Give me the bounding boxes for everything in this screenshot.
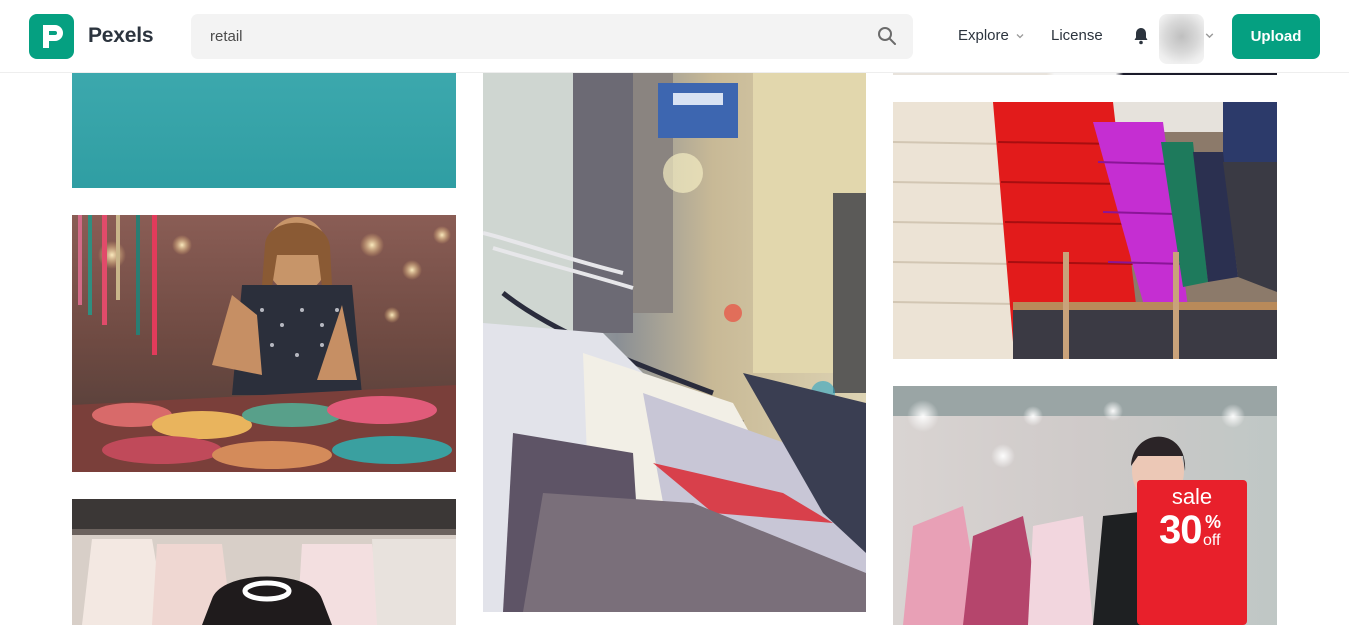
nav-explore-label: Explore [958,27,1009,44]
photo-teal-backdrop[interactable] [72,73,456,188]
photo-woman-browsing-jewelry-market[interactable] [72,215,456,472]
search-icon[interactable] [877,26,897,46]
top-header: Pexels Explore License Upload [0,0,1349,73]
nav-license[interactable]: License [1051,27,1103,44]
nav-explore[interactable]: Explore [958,27,1025,44]
upload-button[interactable]: Upload [1232,14,1320,59]
search-input[interactable] [210,14,850,59]
chevron-down-icon[interactable] [1204,30,1215,41]
photo-clothes-on-hangers-street[interactable] [483,73,866,612]
chevron-down-icon [1016,33,1024,38]
avatar[interactable] [1159,14,1204,64]
sale-sign-off: off [1203,532,1221,549]
photo-sale-sign-store[interactable]: sale 30 % off [893,386,1277,625]
sale-sign-percent-symbol: % [1205,512,1222,532]
sale-sign-percent-value: 30 [1159,508,1202,552]
pexels-logo-icon[interactable] [29,14,74,59]
sale-sign-label: sale [1171,484,1213,509]
brand-name[interactable]: Pexels [88,24,154,48]
photo-clothes-rack-shop[interactable] [72,499,456,625]
photo-partial-top-right[interactable] [893,73,1277,75]
sale-sign: sale 30 % off [1137,480,1247,625]
photo-puffer-jackets-rack[interactable] [893,102,1277,359]
search-bar[interactable] [191,14,913,59]
bell-icon[interactable] [1131,26,1151,46]
